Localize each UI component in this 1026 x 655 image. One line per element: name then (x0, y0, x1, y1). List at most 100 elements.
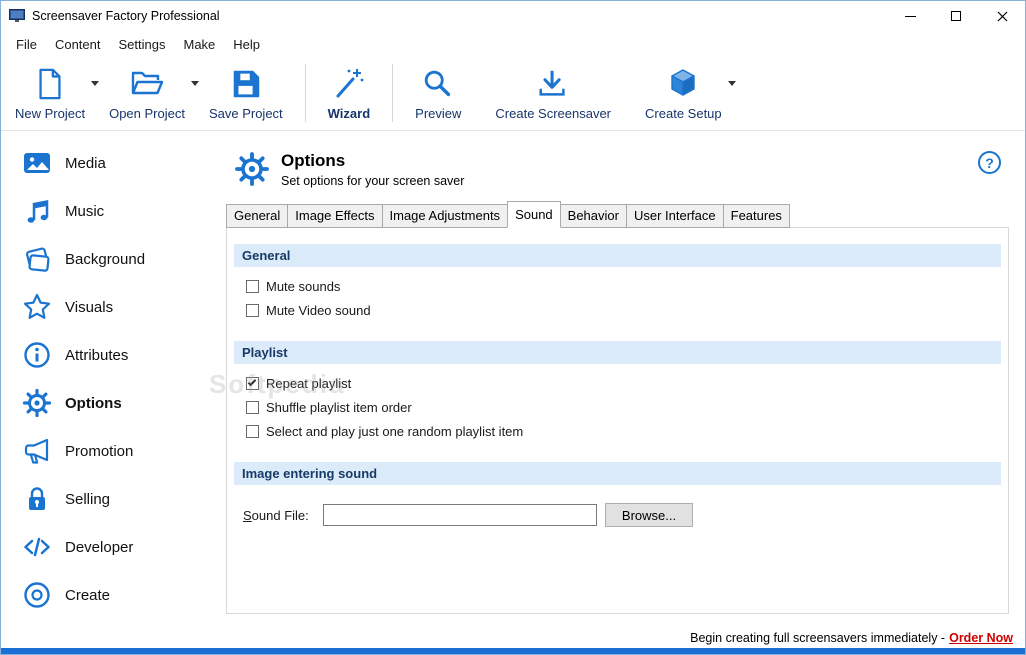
sidebar-item-attributes[interactable]: Attributes (1, 331, 216, 379)
checkbox-box[interactable] (246, 401, 259, 414)
checkbox-label: Mute Video sound (266, 303, 371, 318)
menu-file[interactable]: File (7, 33, 46, 56)
sidebar-item-create[interactable]: Create (1, 571, 216, 619)
sidebar-item-label: Visuals (65, 298, 114, 316)
help-button[interactable]: ? (978, 151, 1001, 174)
checkbox-label: Mute sounds (266, 279, 341, 294)
menu-content[interactable]: Content (46, 33, 110, 56)
page-subtitle: Set options for your screen saver (281, 174, 465, 188)
sidebar-item-developer[interactable]: Developer (1, 523, 216, 571)
minimize-icon (904, 15, 916, 17)
code-icon (21, 532, 52, 563)
magnifier-icon (421, 65, 455, 103)
tab-user-interface[interactable]: User Interface (625, 204, 724, 228)
package-box-icon (665, 65, 701, 103)
sound-file-label: Sound File: (243, 507, 309, 523)
maximize-button[interactable] (933, 1, 979, 31)
toolbar: New Project Open Project Save Project Wi… (1, 57, 1025, 131)
create-setup-button[interactable]: Create Setup (639, 60, 728, 123)
menubar: File Content Settings Make Help (1, 31, 1025, 57)
sidebar-item-label: Developer (65, 538, 134, 556)
menu-make[interactable]: Make (174, 33, 224, 56)
checkbox-shuffle-playlist[interactable]: Shuffle playlist item order (246, 400, 1001, 415)
magic-wand-icon (331, 65, 367, 103)
open-folder-icon (129, 65, 165, 103)
toolbar-separator (392, 64, 394, 122)
chevron-down-icon (91, 81, 100, 86)
sidebar-item-label: Create (65, 586, 111, 604)
tab-features[interactable]: Features (722, 204, 790, 228)
save-project-label: Save Project (208, 106, 283, 121)
megaphone-icon (21, 436, 52, 467)
info-icon (21, 340, 52, 371)
order-now-link[interactable]: Order Now (949, 631, 1013, 645)
create-screensaver-button[interactable]: Create Screensaver (489, 60, 617, 123)
minimize-button[interactable] (887, 1, 933, 31)
save-floppy-icon (229, 65, 263, 103)
new-project-dropdown-arrow[interactable] (91, 60, 103, 86)
sidebar: Media Music Background Visuals Attribute… (1, 131, 216, 628)
page-title: Options (281, 151, 346, 170)
new-document-icon (33, 65, 67, 103)
download-arrow-icon (536, 65, 570, 103)
sidebar-item-media[interactable]: Media (1, 139, 216, 187)
question-mark-icon: ? (985, 154, 994, 171)
sidebar-item-visuals[interactable]: Visuals (1, 283, 216, 331)
checkbox-box[interactable] (246, 280, 259, 293)
sidebar-item-selling[interactable]: Selling (1, 475, 216, 523)
sound-file-input[interactable] (323, 504, 597, 526)
gear-icon (21, 388, 52, 419)
checkbox-mute-sounds[interactable]: Mute sounds (246, 279, 1001, 294)
sidebar-item-label: Music (65, 202, 105, 220)
checkbox-box-checked[interactable] (246, 377, 259, 390)
tab-sound[interactable]: Sound (507, 201, 561, 228)
background-layers-icon (21, 244, 52, 275)
open-project-dropdown-arrow[interactable] (190, 60, 203, 86)
preview-label: Preview (415, 106, 462, 121)
titlebar: Screensaver Factory Professional (1, 1, 1025, 31)
checkbox-random-playlist-item[interactable]: Select and play just one random playlist… (246, 424, 1001, 439)
sidebar-item-music[interactable]: Music (1, 187, 216, 235)
open-project-button[interactable]: Open Project (103, 60, 191, 123)
tab-image-adjustments[interactable]: Image Adjustments (381, 204, 509, 228)
section-header-playlist: Playlist (234, 341, 1001, 364)
close-button[interactable] (979, 1, 1025, 31)
window-title: Screensaver Factory Professional (32, 9, 220, 23)
tabstrip: General Image Effects Image Adjustments … (226, 201, 1009, 228)
checkbox-mute-video-sound[interactable]: Mute Video sound (246, 303, 1001, 318)
section-header-image-entering-sound: Image entering sound (234, 462, 1001, 485)
sidebar-item-background[interactable]: Background (1, 235, 216, 283)
tab-general[interactable]: General (226, 204, 289, 228)
new-project-button[interactable]: New Project (9, 60, 91, 123)
tab-behavior[interactable]: Behavior (559, 204, 627, 228)
save-project-button[interactable]: Save Project (203, 60, 289, 123)
checkbox-repeat-playlist[interactable]: Repeat playlist (246, 376, 1001, 391)
wizard-button[interactable]: Wizard (322, 60, 377, 123)
checkbox-box[interactable] (246, 304, 259, 317)
open-project-label: Open Project (109, 106, 185, 121)
media-image-icon (21, 148, 52, 179)
menu-settings[interactable]: Settings (110, 33, 175, 56)
page-header: Options Set options for your screen save… (216, 131, 1025, 188)
wizard-label: Wizard (327, 106, 371, 121)
app-icon (9, 9, 25, 22)
star-icon (21, 292, 52, 323)
maximize-icon (951, 11, 961, 21)
sidebar-item-label: Attributes (65, 346, 129, 364)
toolbar-separator (304, 64, 306, 122)
bottom-accent-strip (1, 648, 1025, 654)
tab-image-effects[interactable]: Image Effects (287, 204, 383, 228)
lock-icon (21, 484, 52, 515)
statusbar-text: Begin creating full screensavers immedia… (690, 631, 946, 645)
checkbox-box[interactable] (246, 425, 259, 438)
create-screensaver-label: Create Screensaver (495, 106, 612, 121)
menu-help[interactable]: Help (224, 33, 269, 56)
close-icon (997, 11, 1007, 21)
section-header-general: General (234, 244, 1001, 267)
preview-button[interactable]: Preview (409, 60, 467, 123)
sidebar-item-promotion[interactable]: Promotion (1, 427, 216, 475)
create-setup-dropdown-arrow[interactable] (727, 60, 740, 86)
sidebar-item-options[interactable]: Options (1, 379, 216, 427)
browse-button[interactable]: Browse... (605, 503, 693, 527)
checkbox-label: Select and play just one random playlist… (266, 424, 524, 439)
